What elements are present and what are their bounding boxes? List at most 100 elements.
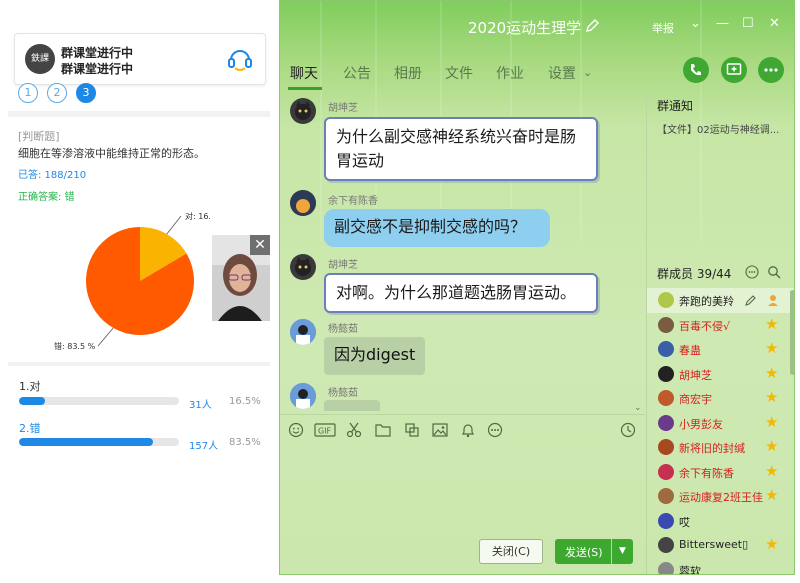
history-icon[interactable] [620, 422, 636, 438]
admin-star-icon: ★ [765, 339, 779, 357]
headset-icon[interactable] [227, 46, 253, 74]
divider [8, 362, 270, 366]
avatar[interactable] [290, 319, 316, 345]
member-item[interactable]: Bittersweet▯ ★ [647, 533, 794, 558]
image-icon[interactable] [432, 422, 448, 438]
member-name: 胡坤芝 [679, 368, 712, 382]
member-item[interactable]: 新将旧的封缄 ★ [647, 435, 794, 460]
minimize-icon[interactable]: — [716, 16, 729, 31]
member-item[interactable]: 胡坤芝 ★ [647, 362, 794, 387]
option-2-count: 157人 [189, 441, 219, 452]
step-1[interactable]: 1 [18, 83, 38, 103]
live-status-line1: 群课堂进行中 [61, 46, 134, 60]
option-1-label: 1.对 [19, 380, 41, 393]
add-message-button[interactable] [721, 57, 747, 83]
close-icon[interactable]: ✕ [769, 16, 780, 31]
tab-settings[interactable]: 设置 [548, 63, 576, 83]
send-button[interactable]: 发送(S) ▼ [555, 539, 633, 564]
phone-button[interactable] [683, 57, 709, 83]
bell-icon[interactable] [460, 422, 476, 438]
more-button[interactable] [758, 57, 784, 83]
report-link[interactable]: 举报 [652, 20, 674, 36]
phone-icon [691, 64, 701, 76]
edit-card-icon[interactable] [745, 294, 757, 306]
search-icon[interactable] [767, 265, 781, 279]
member-name: 商宏宇 [679, 393, 712, 406]
message-bubble[interactable] [324, 400, 380, 411]
chevron-down-icon[interactable]: ⌄ [583, 66, 592, 79]
screenshot-icon[interactable] [404, 422, 420, 438]
close-button[interactable]: 关闭(C) [479, 539, 543, 564]
edit-icon[interactable] [585, 19, 599, 33]
member-list[interactable]: 奔跑的美羚 百毒不侵√ ★ 春蛊 ★ 胡坤芝 ★ 商宏宇 ★ 小男彭友 ★ 新将旧的封缄 ★ 余下有陈香 ★… [647, 288, 794, 575]
avatar[interactable] [290, 383, 316, 409]
folder-icon[interactable] [375, 422, 391, 438]
step-3[interactable]: 3 [76, 83, 96, 103]
message-bubble[interactable]: 为什么副交感神经系统兴奋时是肠胃运动 [324, 117, 598, 181]
tab-announcement[interactable]: 公告 [343, 63, 371, 83]
member-item[interactable]: 奔跑的美羚 [647, 288, 794, 313]
divider [8, 111, 270, 117]
member-avatar [658, 341, 674, 357]
dropdown-icon[interactable]: ⌄ [690, 16, 701, 31]
admin-star-icon: ★ [765, 412, 779, 431]
tab-homework[interactable]: 作业 [496, 63, 524, 83]
avatar[interactable] [290, 190, 316, 216]
member-item[interactable]: 商宏宇 ★ [647, 386, 794, 411]
member-item[interactable]: 百毒不侵√ ★ [647, 313, 794, 338]
member-avatar [658, 365, 674, 382]
avatar[interactable] [290, 98, 316, 124]
active-tab-indicator [288, 87, 322, 90]
send-label: 发送(S) [565, 546, 603, 559]
member-name: 新将旧的封缄 [679, 442, 745, 455]
admin-star-icon: ★ [765, 486, 779, 504]
question-steps: 1 2 3 [18, 83, 96, 103]
member-count: 群成员 39/44 [657, 267, 732, 281]
member-avatar [658, 414, 674, 431]
message-bubble[interactable]: 副交感不是抑制交感的吗？ [324, 209, 550, 247]
message-input[interactable] [280, 444, 645, 534]
send-options-icon[interactable]: ▼ [611, 539, 633, 564]
scroll-down-icon[interactable]: ⌄ [634, 403, 642, 413]
pie-label-2: 错: 83.5 % [54, 341, 96, 351]
admin-star-icon: ★ [765, 535, 779, 553]
more-tools-icon[interactable] [487, 422, 503, 438]
emoji-icon[interactable] [288, 422, 304, 438]
member-name: 奔跑的美羚 [679, 295, 734, 308]
member-scrollbar[interactable] [790, 290, 794, 375]
option-2-label: 2.错 [19, 422, 41, 435]
option-1-count: 31人 [189, 400, 212, 411]
live-class-card[interactable]: 鉄課 群课堂进行中 群课堂进行中 [14, 33, 266, 85]
video-preview[interactable]: ✕ [212, 235, 270, 321]
member-item[interactable]: 小男彭友 ★ [647, 411, 794, 436]
avatar[interactable] [290, 254, 316, 280]
message-list[interactable]: 胡坤芝 为什么副交感神经系统兴奋时是肠胃运动 余下有陈香 副交感不是抑制交感的吗… [280, 91, 645, 411]
member-item[interactable]: 余下有陈香 ★ [647, 460, 794, 485]
sender-name: 杨懿茹 [328, 388, 358, 399]
live-status-line2: 群课堂进行中 [61, 62, 134, 76]
member-name: 春蛊 [679, 344, 701, 357]
member-menu-icon[interactable] [745, 265, 759, 279]
tab-chat[interactable]: 聊天 [290, 63, 318, 83]
message-bubble[interactable]: 对啊。为什么那道题选肠胃运动。 [324, 273, 598, 313]
group-notice-body[interactable]: 【文件】02运动与神经调... [657, 121, 787, 136]
close-video-icon[interactable]: ✕ [250, 235, 270, 255]
group-side-panel: 群通知 【文件】02运动与神经调... 群成员 39/44 奔跑的美羚 百毒不侵√… [646, 91, 794, 575]
tab-bar: 聊天 公告 相册 文件 作业 设置 ⌄ [280, 56, 794, 91]
member-name: 蓉软 [679, 564, 701, 575]
tab-album[interactable]: 相册 [394, 63, 422, 83]
scissors-icon[interactable] [346, 422, 362, 438]
member-item[interactable]: 春蛊 ★ [647, 337, 794, 362]
member-item[interactable]: 运动康复2班王佳 ★ [647, 484, 794, 509]
member-item[interactable]: 哎 [647, 509, 794, 534]
step-2[interactable]: 2 [47, 83, 67, 103]
gif-icon[interactable]: GIF [314, 422, 336, 438]
answered-count: 已答: 188/210 [18, 170, 87, 181]
maximize-icon[interactable]: ☐ [742, 16, 754, 31]
message-bubble[interactable]: 因为digest [324, 337, 426, 375]
member-item[interactable]: 蓉软 [647, 558, 794, 575]
pie-leader-line-2 [97, 327, 114, 347]
member-avatar [658, 463, 674, 480]
tab-files[interactable]: 文件 [445, 63, 473, 83]
member-name: 运动康复2班王佳 [679, 491, 763, 504]
